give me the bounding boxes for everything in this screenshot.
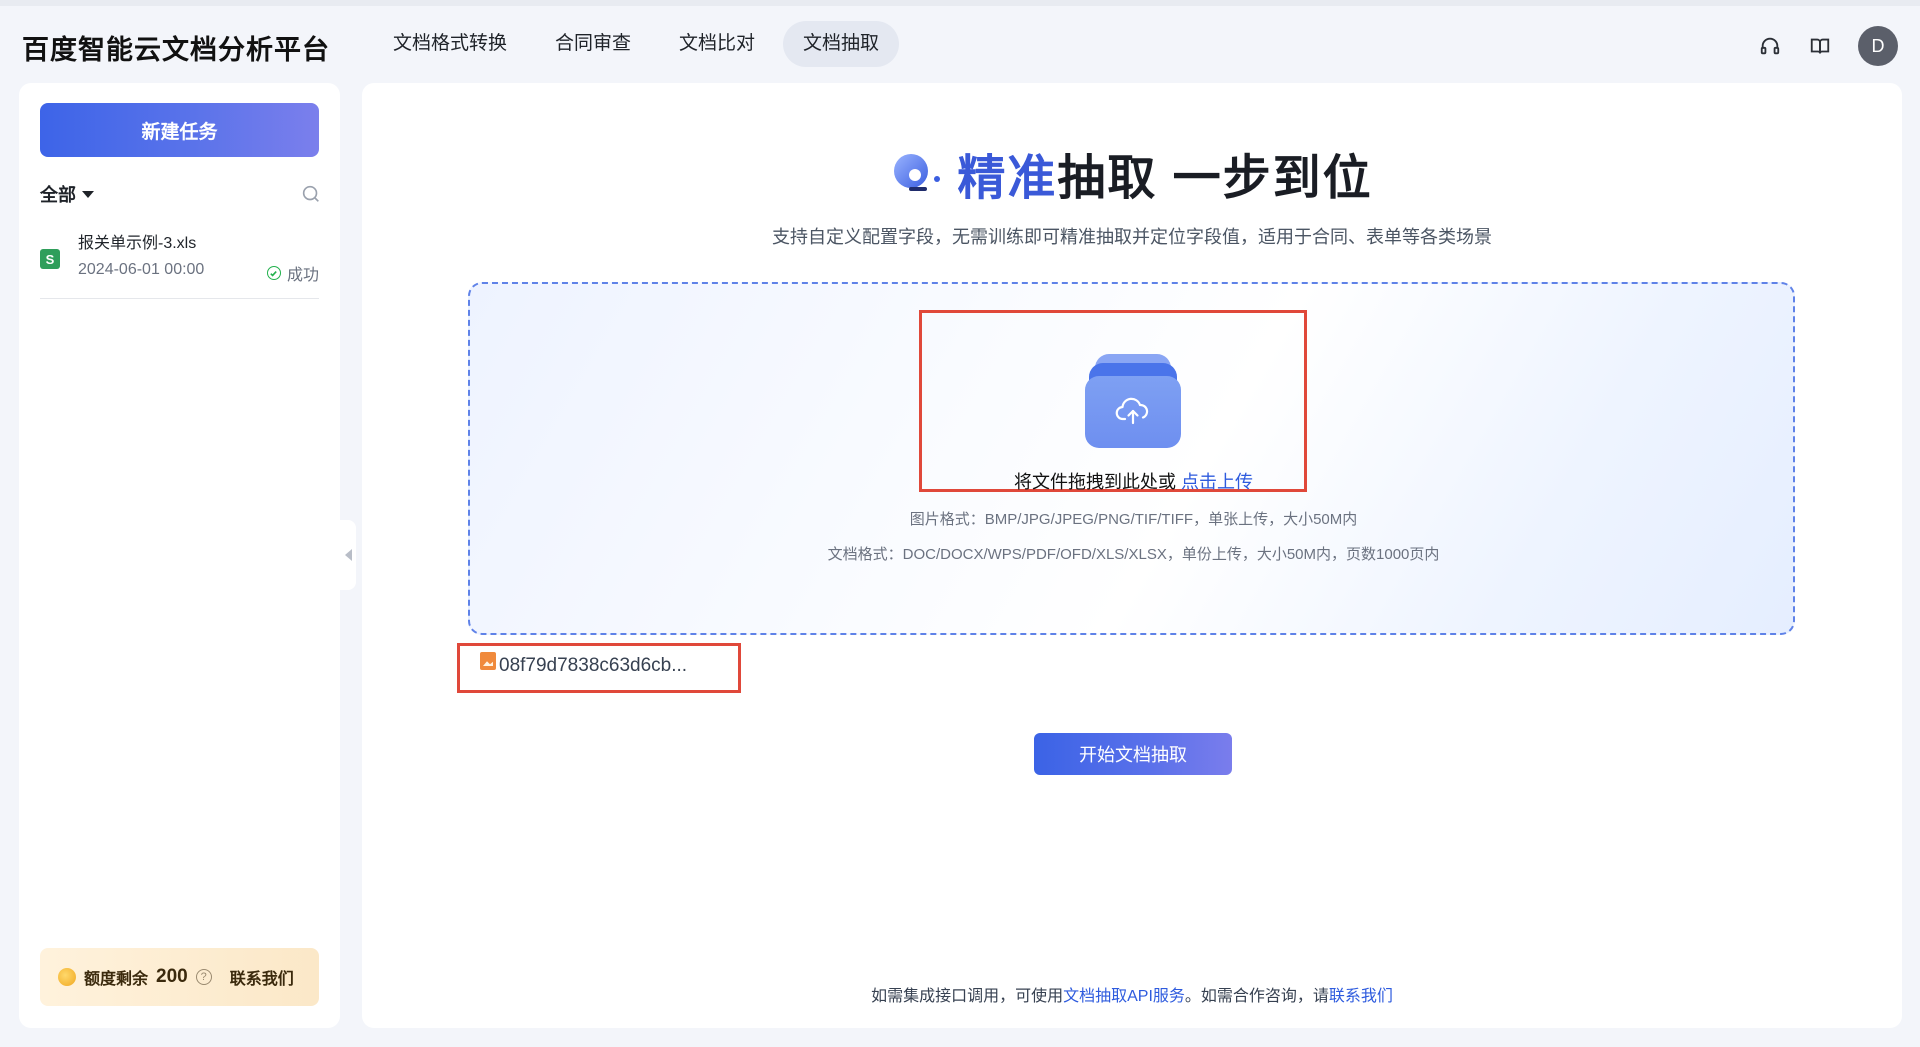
main-panel: 精准抽取 一步到位 支持自定义配置字段，无需训练即可精准抽取并定位字段值，适用于… [362, 83, 1902, 1028]
task-list-item[interactable]: S 报关单示例-3.xls 2024-06-01 00:00 成功 [40, 229, 319, 299]
hero-subtitle: 支持自定义配置字段，无需训练即可精准抽取并定位字段值，适用于合同、表单等各类场景 [772, 227, 1492, 247]
document-format-hint: 文档格式：DOC/DOCX/WPS/PDF/OFD/XLS/XLSX，单份上传，… [827, 546, 1440, 563]
uploaded-file-chip[interactable]: 08f79d7838c63d6cb... [457, 643, 741, 693]
task-status: 成功 [266, 261, 319, 285]
brand-logo-text[interactable]: 百度智能云文档分析平台 [22, 28, 330, 67]
header-actions: D [1758, 26, 1898, 66]
hero-title-accent: 精准 [957, 152, 1058, 205]
uploaded-file-name: 08f79d7838c63d6cb... [499, 655, 688, 676]
help-icon[interactable]: ? [195, 969, 212, 985]
collapse-left-icon [344, 549, 352, 561]
new-task-button[interactable]: 新建任务 [40, 103, 319, 157]
upload-instruction: 将文件拖拽到此处或 点击上传 [470, 468, 1797, 494]
success-check-icon [266, 266, 281, 280]
book-icon[interactable] [1808, 34, 1832, 58]
task-file-name: 报关单示例-3.xls [78, 235, 197, 252]
image-format-hint: 图片格式：BMP/JPG/JPEG/PNG/TIF/TIFF，单张上传，大小50… [909, 511, 1358, 528]
hero-title: 精准抽取 一步到位 [957, 138, 1372, 208]
footer-contact-link[interactable]: 联系我们 [1329, 988, 1393, 1005]
api-service-link[interactable]: 文档抽取API服务 [1063, 988, 1185, 1005]
folder-stack-front [1085, 376, 1181, 448]
quota-banner: 额度剩余 200 ? 联系我们 [40, 948, 319, 1006]
status-text: 成功 [286, 267, 319, 284]
extract-logo-icon [891, 149, 943, 197]
task-filter-dropdown[interactable]: 全部 [40, 181, 94, 207]
task-timestamp: 2024-06-01 00:00 [78, 261, 205, 278]
start-extraction-button[interactable]: 开始文档抽取 [1034, 733, 1232, 775]
top-header: 百度智能云文档分析平台 文档格式转换 合同审查 文档比对 文档抽取 D [0, 6, 1920, 82]
footer-note: 如需集成接口调用，可使用文档抽取API服务。如需合作咨询，请联系我们 [362, 982, 1902, 1006]
caret-down-icon [82, 190, 94, 198]
hero-title-rest: 抽取 一步到位 [1057, 152, 1373, 205]
nav-doc-compare[interactable]: 文档比对 [659, 21, 775, 67]
nav-contract-review[interactable]: 合同审查 [535, 21, 651, 67]
click-upload-link[interactable]: 点击上传 [1181, 472, 1253, 492]
contact-us-link[interactable]: 联系我们 [230, 965, 294, 989]
file-drop-zone[interactable]: 将文件拖拽到此处或 点击上传 图片格式：BMP/JPG/JPEG/PNG/TIF… [468, 282, 1795, 635]
coin-icon [58, 968, 76, 986]
filter-label: 全部 [40, 185, 76, 205]
nav-doc-extract[interactable]: 文档抽取 [783, 21, 900, 67]
main-nav: 文档格式转换 合同审查 文档比对 文档抽取 [373, 21, 900, 67]
footer-prefix: 如需集成接口调用，可使用 [871, 988, 1064, 1005]
upload-text: 将文件拖拽到此处或 [1013, 472, 1181, 492]
quota-value: 200 [156, 966, 188, 987]
sidebar-collapse-toggle[interactable] [340, 520, 356, 590]
user-avatar[interactable]: D [1858, 26, 1898, 66]
quota-label: 额度剩余 [84, 971, 149, 988]
hero-heading: 精准抽取 一步到位 [362, 138, 1902, 208]
task-sidebar: 新建任务 全部 S 报关单示例-3.xls 2024-06-01 00:00 成… [19, 83, 340, 1028]
spreadsheet-file-icon: S [40, 249, 60, 269]
search-icon[interactable] [300, 183, 322, 210]
image-file-icon [480, 652, 496, 670]
cloud-upload-icon[interactable] [1085, 354, 1181, 448]
nav-doc-format-convert[interactable]: 文档格式转换 [373, 21, 527, 67]
headset-icon[interactable] [1758, 34, 1782, 58]
footer-middle: 。如需合作咨询，请 [1184, 988, 1329, 1005]
